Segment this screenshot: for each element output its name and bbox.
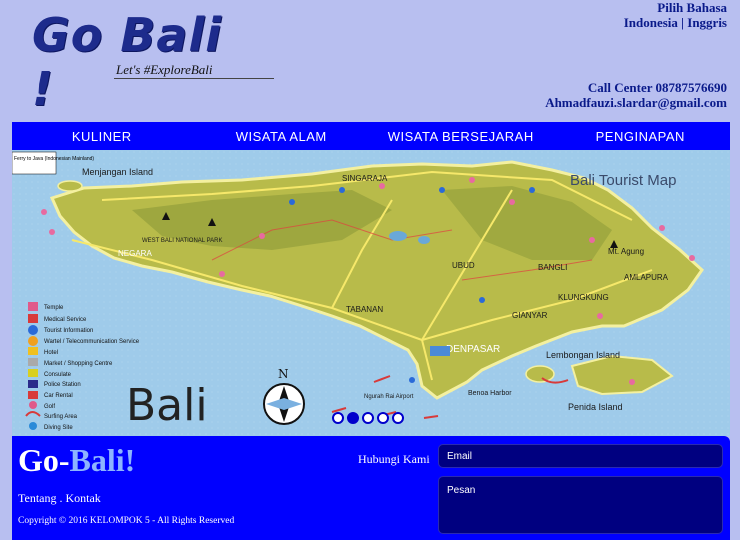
call-center: Call Center 08787576690 [587,80,727,95]
slide-dot-3[interactable] [362,412,374,424]
svg-text:Diving Site: Diving Site [44,425,73,431]
footer-brand-a: Go- [18,442,70,478]
logo[interactable]: Go Bali ! Let's #ExploreBali [32,8,274,116]
label-airport: Ngurah Rai Airport [364,394,414,400]
label-mt-agung: Mt. Agung [608,247,644,256]
contact-label: Hubungi Kami [358,452,430,466]
label-singaraja: SINGARAJA [342,174,388,183]
language-options[interactable]: Indonesia | Inggris [624,15,727,30]
slide-dot-5[interactable] [392,412,404,424]
map-slider: Bali Tourist Map Menjangan Island SINGAR… [12,150,730,436]
svg-text:Consulate: Consulate [44,372,72,378]
svg-text:Hotel: Hotel [44,350,58,356]
footer: Go-Bali! Tentang . Kontak Copyright © 20… [12,436,730,540]
svg-text:Medical Service: Medical Service [44,317,87,323]
footer-copyright: Copyright © 2016 KELOMPOK 5 - All Rights… [18,516,235,526]
label-lembongan: Lembongan Island [546,350,620,360]
map-title: Bali Tourist Map [570,172,676,189]
label-benoa: Benoa Harbor [468,390,512,397]
label-penida: Penida Island [568,402,623,412]
svg-text:Temple: Temple [44,305,64,311]
footer-brand: Go-Bali! [18,442,135,479]
nav-item-wisata-alam[interactable]: WISATA ALAM [192,122,372,150]
label-denpasar: DENPASAR [446,344,500,355]
email-field[interactable]: Email [438,444,723,468]
message-field[interactable]: Pesan [438,476,723,534]
logo-underline [114,78,274,79]
language-selector: Pilih Bahasa Indonesia | Inggris [624,0,727,30]
footer-brand-b: Bali! [69,442,136,478]
svg-text:N: N [278,367,289,381]
slide-dot-1[interactable] [332,412,344,424]
main-nav: KULINER WISATA ALAM WISATA BERSEJARAH PE… [12,122,730,150]
contact-info: Call Center 08787576690 Ahmadfauzi.slard… [545,80,727,110]
svg-text:Car Rental: Car Rental [44,393,73,399]
nav-item-wisata-bersejarah[interactable]: WISATA BERSEJARAH [371,122,551,150]
svg-text:Police Station: Police Station [44,382,81,388]
svg-text:Surfing Area: Surfing Area [44,414,78,420]
label-tabanan: TABANAN [346,305,383,314]
svg-text:Wartel / Telecommunication Ser: Wartel / Telecommunication Service [44,339,140,345]
footer-links[interactable]: Tentang . Kontak [18,491,101,506]
bali-map-image: Bali Tourist Map Menjangan Island SINGAR… [12,150,730,436]
map-big-label: Bali [126,380,208,431]
language-title: Pilih Bahasa [657,0,727,15]
label-klungkung: KLUNGKUNG [558,293,609,302]
label-national-park: WEST BALI NATIONAL PARK [142,238,222,244]
label-menjangan: Menjangan Island [82,167,153,177]
label-ferry: Ferry to Java (Indonesian Mainland) [14,156,94,162]
label-negara: NEGARA [118,249,152,258]
label-ubud: UBUD [452,261,475,270]
contact-email[interactable]: Ahmadfauzi.slardar@gmail.com [545,95,727,110]
svg-text:Tourist Information: Tourist Information [44,328,93,334]
svg-text:Market / Shopping Centre: Market / Shopping Centre [44,361,113,367]
nav-item-penginapan[interactable]: PENGINAPAN [551,122,731,150]
logo-tagline: Let's #ExploreBali [116,62,213,77]
nav-item-kuliner[interactable]: KULINER [12,122,192,150]
slide-dot-2[interactable] [347,412,359,424]
slider-dots [332,412,404,424]
slide-dot-4[interactable] [377,412,389,424]
label-bangli: BANGLI [538,263,567,272]
label-amlapura: AMLAPURA [624,273,669,282]
label-gianyar: GIANYAR [512,311,548,320]
svg-text:Golf: Golf [44,404,55,410]
